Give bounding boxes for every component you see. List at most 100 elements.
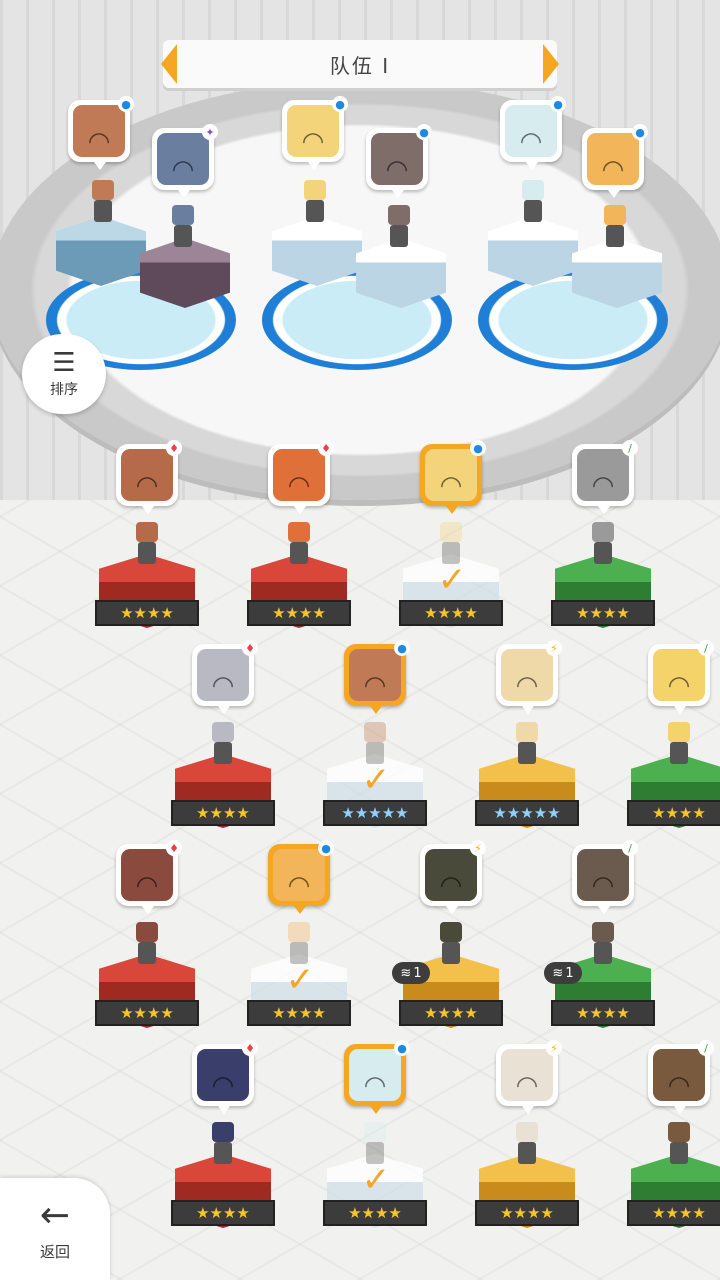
sort-icon: ☰ bbox=[52, 348, 76, 378]
hero-portrait[interactable]: ◠ ● bbox=[344, 640, 410, 714]
attribute-water-icon: ● bbox=[470, 440, 486, 456]
hero-portrait[interactable]: ◠ ⚡ bbox=[496, 1040, 562, 1114]
sprite-head bbox=[92, 180, 114, 200]
attribute-dark-icon: ✦ bbox=[202, 124, 218, 140]
selected-check-icon: ✓ bbox=[437, 560, 467, 600]
hero-sprite bbox=[586, 522, 620, 566]
sprite-head bbox=[604, 205, 626, 225]
portrait-pointer bbox=[142, 906, 154, 914]
hero-sprite bbox=[298, 180, 332, 224]
sprite-head bbox=[522, 180, 544, 200]
hero-sprite bbox=[510, 1122, 544, 1166]
portrait-pointer bbox=[674, 706, 686, 714]
hero-face: ◠ bbox=[577, 449, 629, 501]
hero-portrait[interactable]: ◠ / bbox=[648, 640, 714, 714]
sprite-head bbox=[516, 722, 538, 742]
hero-portrait[interactable]: ◠ ♦ bbox=[192, 640, 258, 714]
team-title: 队伍 I bbox=[329, 53, 391, 78]
sprite-body bbox=[518, 742, 536, 764]
hero-portrait[interactable]: ◠ ⚡ bbox=[420, 840, 486, 914]
hero-portrait[interactable]: ◠ ● bbox=[344, 1040, 410, 1114]
hero-portrait[interactable]: ◠ ● bbox=[366, 124, 432, 198]
hero-portrait[interactable]: ◠ ● bbox=[68, 96, 134, 170]
team-selector[interactable]: 队伍 I bbox=[161, 40, 559, 88]
attribute-wind-icon: / bbox=[622, 840, 638, 856]
hero-portrait[interactable]: ◠ / bbox=[648, 1040, 714, 1114]
sprite-body bbox=[390, 225, 408, 247]
hero-portrait[interactable]: ◠ ✦ bbox=[152, 124, 218, 198]
hero-face: ◠ bbox=[121, 449, 173, 501]
hero-star-rating: ★★★★★ bbox=[475, 800, 579, 826]
level-value: 1 bbox=[413, 965, 422, 981]
hero-face: ◠ bbox=[121, 849, 173, 901]
portrait-pointer bbox=[526, 162, 538, 170]
sort-button[interactable]: ☰ 排序 bbox=[22, 334, 106, 414]
sprite-body bbox=[174, 225, 192, 247]
sprite-body bbox=[606, 225, 624, 247]
hero-star-rating: ★★★★ bbox=[627, 1200, 720, 1226]
attribute-water-icon: ● bbox=[550, 96, 566, 112]
portrait-pointer bbox=[598, 506, 610, 514]
hero-portrait[interactable]: ◠ ♦ bbox=[116, 840, 182, 914]
attribute-wind-icon: / bbox=[622, 440, 638, 456]
hero-face: ◠ bbox=[273, 449, 325, 501]
hero-portrait[interactable]: ◠ ⚡ bbox=[496, 640, 562, 714]
hero-face: ◠ bbox=[287, 105, 339, 157]
hero-portrait[interactable]: ◠ ● bbox=[420, 440, 486, 514]
attribute-light-icon: ⚡ bbox=[546, 640, 562, 656]
attribute-fire-icon: ♦ bbox=[242, 1040, 258, 1056]
hero-sprite bbox=[86, 180, 120, 224]
hero-face: ◠ bbox=[577, 849, 629, 901]
attribute-water-icon: ● bbox=[416, 124, 432, 140]
attribute-wind-icon: / bbox=[698, 1040, 714, 1056]
hero-face: ◠ bbox=[501, 1049, 553, 1101]
portrait-pointer bbox=[142, 506, 154, 514]
hero-portrait[interactable]: ◠ ♦ bbox=[116, 440, 182, 514]
portrait-pointer bbox=[598, 906, 610, 914]
hero-face: ◠ bbox=[587, 133, 639, 185]
attribute-fire-icon: ♦ bbox=[166, 440, 182, 456]
hero-portrait[interactable]: ◠ ● bbox=[268, 840, 334, 914]
hero-face: ◠ bbox=[349, 1049, 401, 1101]
sprite-body bbox=[214, 1142, 232, 1164]
hero-portrait[interactable]: ◠ ● bbox=[282, 96, 348, 170]
hero-face: ◠ bbox=[653, 649, 705, 701]
portrait-pointer bbox=[522, 706, 534, 714]
hero-face: ◠ bbox=[505, 105, 557, 157]
hero-portrait[interactable]: ◠ ♦ bbox=[192, 1040, 258, 1114]
attribute-water-icon: ● bbox=[632, 124, 648, 140]
sprite-body bbox=[214, 742, 232, 764]
attribute-water-icon: ● bbox=[394, 640, 410, 656]
hero-sprite bbox=[206, 1122, 240, 1166]
sprite-head bbox=[388, 205, 410, 225]
hero-portrait[interactable]: ◠ / bbox=[572, 840, 638, 914]
hero-star-rating: ★★★★ bbox=[95, 1000, 199, 1026]
hero-sprite bbox=[516, 180, 550, 224]
previous-team-arrow-icon[interactable] bbox=[161, 44, 177, 84]
sort-label: 排序 bbox=[50, 382, 78, 398]
sprite-body bbox=[518, 1142, 536, 1164]
hero-portrait[interactable]: ◠ ● bbox=[500, 96, 566, 170]
hero-star-rating: ★★★★ bbox=[475, 1200, 579, 1226]
hero-sprite bbox=[434, 922, 468, 966]
hero-portrait[interactable]: ◠ ● bbox=[582, 124, 648, 198]
level-value: 1 bbox=[565, 965, 574, 981]
sprite-head bbox=[212, 722, 234, 742]
portrait-pointer bbox=[370, 1106, 382, 1114]
sprite-head bbox=[304, 180, 326, 200]
hero-portrait[interactable]: ◠ / bbox=[572, 440, 638, 514]
sprite-head bbox=[516, 1122, 538, 1142]
hero-face: ◠ bbox=[425, 449, 477, 501]
hero-sprite bbox=[382, 205, 416, 249]
hero-star-rating: ★★★★ bbox=[247, 600, 351, 626]
sprite-body bbox=[290, 542, 308, 564]
hero-face: ◠ bbox=[425, 849, 477, 901]
hero-star-rating: ★★★★ bbox=[95, 600, 199, 626]
sprite-head bbox=[172, 205, 194, 225]
back-button[interactable]: ← 返回 bbox=[0, 1178, 110, 1280]
hero-sprite bbox=[130, 522, 164, 566]
hero-portrait[interactable]: ◠ ♦ bbox=[268, 440, 334, 514]
sprite-head bbox=[212, 1122, 234, 1142]
hero-sprite bbox=[130, 922, 164, 966]
next-team-arrow-icon[interactable] bbox=[543, 44, 559, 84]
